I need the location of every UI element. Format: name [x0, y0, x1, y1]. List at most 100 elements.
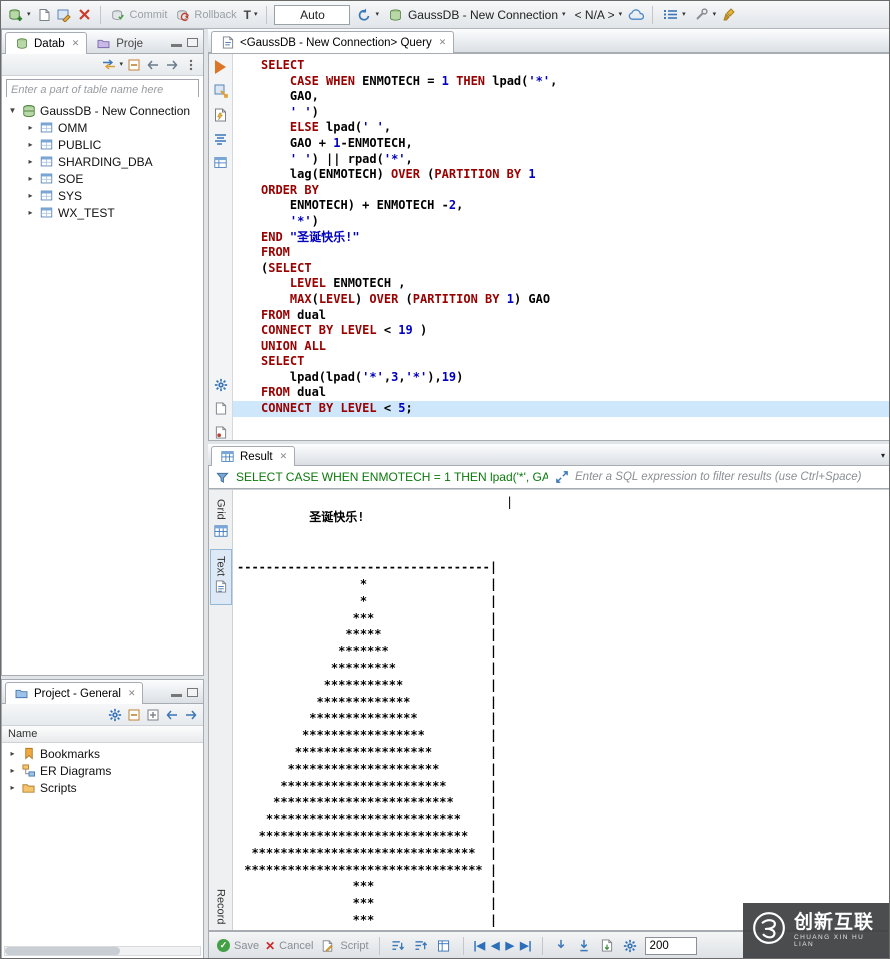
schema-item-omm[interactable]: ▸OMM: [2, 119, 203, 136]
close-icon[interactable]: ✕: [72, 38, 80, 49]
result-text-area[interactable]: 圣诞快乐! | --------------------------------…: [233, 490, 890, 930]
forward-icon[interactable]: [163, 56, 180, 73]
compile-icon[interactable]: [212, 107, 229, 122]
column-settings-icon[interactable]: [436, 937, 453, 954]
code-line[interactable]: FROM dual: [233, 308, 890, 324]
tools-button[interactable]: ▾: [691, 4, 719, 25]
connection-combo[interactable]: GaussDB - New Connection ▾: [384, 4, 569, 25]
editor-settings-icon[interactable]: [212, 377, 229, 392]
execute-plan-icon[interactable]: [212, 83, 229, 98]
code-line[interactable]: ' ') || rpad('*',: [233, 152, 890, 168]
code-line[interactable]: lag(ENMOTECH) OVER (PARTITION BY 1: [233, 167, 890, 183]
show-ddl-icon[interactable]: [212, 155, 229, 170]
expand-twisty-icon[interactable]: ▸: [26, 208, 35, 217]
view-menu-icon[interactable]: [182, 56, 199, 73]
project-item-er-diagrams[interactable]: ▸ER Diagrams: [2, 762, 203, 779]
horizontal-scrollbar[interactable]: [4, 946, 201, 956]
view-menu-caret-icon[interactable]: ▾: [881, 451, 890, 465]
schema-item-sharding_dba[interactable]: ▸SHARDING_DBA: [2, 153, 203, 170]
next-page-button[interactable]: ▶: [506, 939, 514, 952]
code-line[interactable]: UNION ALL: [233, 339, 890, 355]
script-button[interactable]: Script: [319, 937, 368, 954]
code-line[interactable]: CASE WHEN ENMOTECH = 1 THEN lpad('*',: [233, 74, 890, 90]
format-sql-icon[interactable]: [212, 131, 229, 146]
commit-mode-combo[interactable]: Auto: [274, 5, 350, 25]
expand-twisty-icon[interactable]: ▸: [8, 783, 17, 792]
code-line[interactable]: GAO + 1-ENMOTECH,: [233, 136, 890, 152]
back-icon[interactable]: [163, 706, 180, 723]
cancel-button[interactable]: ✕ Cancel: [265, 939, 313, 953]
code-line[interactable]: ' '): [233, 105, 890, 121]
expand-twisty-icon[interactable]: ▸: [8, 749, 17, 758]
open-script-icon[interactable]: [36, 6, 53, 23]
expand-icon[interactable]: [553, 469, 570, 486]
tab-project-explorer[interactable]: Proje: [87, 32, 151, 54]
code-line[interactable]: (SELECT: [233, 261, 890, 277]
result-settings-gear-icon[interactable]: [622, 937, 639, 954]
code-line[interactable]: MAX(LEVEL) OVER (PARTITION BY 1) GAO: [233, 292, 890, 308]
code-line[interactable]: CONNECT BY LEVEL < 5;: [233, 401, 890, 417]
new-connection-button[interactable]: ▾: [5, 4, 33, 25]
maximize-icon[interactable]: [187, 688, 198, 697]
transaction-mode-button[interactable]: T ▾: [242, 6, 260, 24]
cloud-icon[interactable]: [628, 6, 645, 23]
view-options-button[interactable]: ▾: [660, 4, 688, 25]
tab-text-view[interactable]: Text: [210, 549, 232, 605]
collapse-twisty-icon[interactable]: ▼: [8, 106, 17, 115]
schema-item-soe[interactable]: ▸SOE: [2, 170, 203, 187]
export-result-icon[interactable]: [599, 937, 616, 954]
fetch-all-icon[interactable]: [576, 937, 593, 954]
tab-result[interactable]: Result ✕: [211, 446, 295, 466]
schema-item-public[interactable]: ▸PUBLIC: [2, 136, 203, 153]
expand-twisty-icon[interactable]: ▸: [26, 174, 35, 183]
edit-connection-icon[interactable]: [56, 6, 73, 23]
refresh-button[interactable]: ▾: [353, 4, 381, 25]
expand-all-icon[interactable]: [144, 706, 161, 723]
tab-query-editor[interactable]: <GaussDB - New Connection> Query ✕: [211, 31, 454, 53]
collapse-all-icon[interactable]: [125, 706, 142, 723]
execute-query-icon[interactable]: [212, 59, 229, 74]
code-line[interactable]: ENMOTECH) + ENMOTECH -2,: [233, 198, 890, 214]
close-icon[interactable]: ✕: [439, 37, 447, 48]
forward-icon[interactable]: [182, 706, 199, 723]
disconnect-icon[interactable]: [76, 6, 93, 23]
code-line[interactable]: SELECT: [233, 354, 890, 370]
fetch-next-icon[interactable]: [553, 937, 570, 954]
code-line[interactable]: FROM: [233, 245, 890, 261]
expand-twisty-icon[interactable]: ▸: [8, 766, 17, 775]
page-size-input[interactable]: [645, 937, 697, 955]
tab-record-view[interactable]: Record: [210, 883, 232, 930]
schema-item-wx_test[interactable]: ▸WX_TEST: [2, 204, 203, 221]
clean-icon[interactable]: [721, 6, 738, 23]
connection-root-item[interactable]: ▼ GaussDB - New Connection: [2, 102, 203, 119]
filter-funnel-icon[interactable]: [214, 469, 231, 486]
project-item-scripts[interactable]: ▸Scripts: [2, 779, 203, 796]
tab-project-general[interactable]: Project - General ✕: [5, 682, 143, 704]
schema-item-sys[interactable]: ▸SYS: [2, 187, 203, 204]
expand-twisty-icon[interactable]: ▸: [26, 123, 35, 132]
expand-twisty-icon[interactable]: ▸: [26, 157, 35, 166]
sql-code-area[interactable]: SELECT CASE WHEN ENMOTECH = 1 THEN lpad(…: [233, 54, 890, 440]
link-with-editor-icon[interactable]: [100, 56, 117, 73]
maximize-icon[interactable]: [187, 38, 198, 47]
name-column-header[interactable]: Name: [2, 726, 203, 743]
code-line[interactable]: GAO,: [233, 89, 890, 105]
table-search-input[interactable]: [7, 82, 198, 98]
result-filter-input[interactable]: [575, 471, 885, 483]
rollback-button[interactable]: Rollback: [172, 4, 238, 25]
first-page-button[interactable]: |◀: [474, 939, 486, 952]
toggle-filter-icon[interactable]: [390, 937, 407, 954]
schema-combo[interactable]: < N/A > ▾: [572, 6, 626, 24]
new-worksheet-icon[interactable]: [212, 401, 229, 416]
minimize-icon[interactable]: [171, 694, 182, 697]
collapse-all-icon[interactable]: [125, 56, 142, 73]
close-icon[interactable]: ✕: [128, 688, 136, 699]
last-page-button[interactable]: ▶|: [520, 939, 532, 952]
commit-button[interactable]: Commit: [108, 4, 170, 25]
back-icon[interactable]: [144, 56, 161, 73]
code-line[interactable]: LEVEL ENMOTECH ,: [233, 276, 890, 292]
code-line[interactable]: FROM dual: [233, 385, 890, 401]
expand-twisty-icon[interactable]: ▸: [26, 191, 35, 200]
tab-database-navigator[interactable]: Datab ✕: [5, 32, 87, 54]
settings-gear-icon[interactable]: [106, 706, 123, 723]
